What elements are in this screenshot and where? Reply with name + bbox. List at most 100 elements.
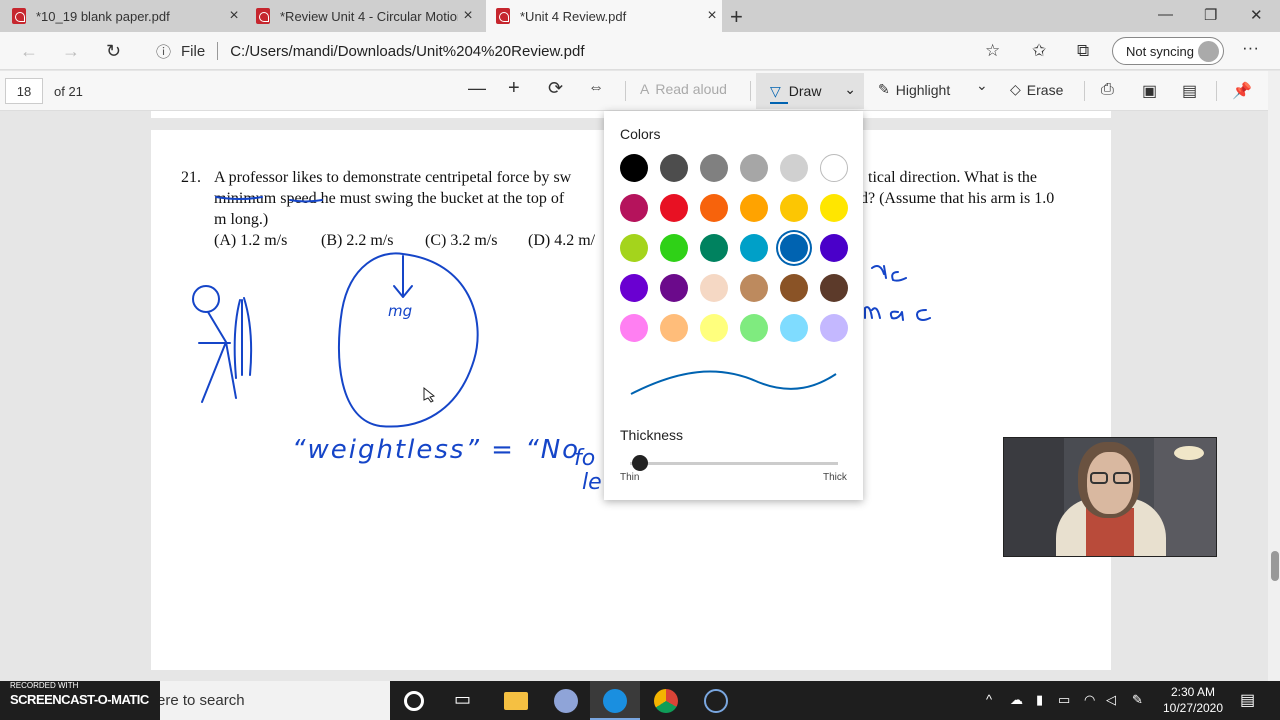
color-swatch[interactable] — [820, 194, 848, 222]
rotate-icon[interactable]: ⟳ — [548, 78, 563, 99]
fit-page-icon[interactable]: ⇔ — [588, 79, 604, 97]
favorite-star-icon[interactable]: ☆ — [985, 41, 1000, 61]
color-swatch[interactable] — [620, 234, 648, 262]
color-swatch[interactable] — [780, 274, 808, 302]
chrome-icon[interactable] — [654, 689, 678, 713]
more-menu-icon[interactable]: ··· — [1242, 38, 1259, 58]
color-swatch[interactable] — [740, 194, 768, 222]
color-swatch[interactable] — [700, 154, 728, 182]
draw-button[interactable]: ▽ Draw ⌄ — [756, 73, 864, 109]
color-swatch[interactable] — [780, 314, 808, 342]
color-swatch[interactable] — [700, 274, 728, 302]
new-tab-button[interactable]: + — [730, 4, 743, 30]
favorites-list-icon[interactable]: ✩ — [1032, 41, 1046, 61]
collections-icon[interactable]: ⧉ — [1077, 41, 1089, 61]
color-swatch[interactable] — [740, 234, 768, 262]
erase-button[interactable]: ◇ Erase — [1010, 81, 1063, 98]
color-swatch[interactable] — [740, 314, 768, 342]
choice-a: (A) 1.2 m/s — [214, 232, 288, 249]
cortana-icon[interactable] — [404, 691, 424, 711]
color-swatch[interactable] — [820, 234, 848, 262]
scrollbar-thumb[interactable] — [1271, 551, 1279, 581]
color-swatch[interactable] — [820, 154, 848, 182]
color-swatch[interactable] — [660, 274, 688, 302]
color-swatch[interactable] — [620, 274, 648, 302]
pin-toolbar-icon[interactable]: 📌 — [1232, 81, 1252, 101]
color-swatch[interactable] — [700, 234, 728, 262]
color-swatch[interactable] — [740, 154, 768, 182]
highlight-button[interactable]: ✎ Highlight — [878, 81, 950, 98]
save-as-icon[interactable]: ▤ — [1182, 81, 1197, 101]
refresh-icon[interactable]: ↻ — [106, 41, 121, 62]
color-swatch[interactable] — [660, 194, 688, 222]
tab-blank-paper[interactable]: *10_19 blank paper.pdf × — [12, 0, 244, 32]
tab-unit4-review[interactable]: *Unit 4 Review.pdf × — [486, 0, 722, 32]
file-explorer-icon[interactable] — [504, 692, 528, 710]
notifications-icon[interactable]: ▤ — [1240, 690, 1255, 710]
snip-tool-icon[interactable] — [554, 689, 578, 713]
color-swatch[interactable] — [620, 154, 648, 182]
color-swatch[interactable] — [820, 274, 848, 302]
color-swatch[interactable] — [660, 234, 688, 262]
address-bar: ← → ↻ ⓘ File C:/Users/mandi/Downloads/Un… — [0, 32, 1280, 70]
forward-arrow-icon[interactable]: → — [62, 41, 80, 62]
close-window-button[interactable]: ✕ — [1250, 6, 1263, 24]
zoom-in-icon[interactable]: + — [508, 77, 520, 100]
color-swatch[interactable] — [820, 314, 848, 342]
color-swatch[interactable] — [700, 194, 728, 222]
color-swatch[interactable] — [620, 194, 648, 222]
taskbar-clock[interactable]: 2:30 AM 10/27/2020 — [1154, 684, 1232, 716]
task-view-icon[interactable]: ▭ — [454, 689, 478, 713]
chevron-down-icon[interactable]: ⌄ — [844, 81, 856, 98]
glasses-right — [1113, 472, 1131, 484]
draw-label: Draw — [788, 83, 822, 99]
back-arrow-icon[interactable]: ← — [20, 41, 38, 62]
page-count: of 21 — [54, 84, 83, 99]
edge-taskbar-button[interactable] — [590, 681, 640, 720]
color-swatch[interactable] — [700, 314, 728, 342]
profile-sync-button[interactable]: Not syncing — [1112, 37, 1224, 65]
volume-icon[interactable]: ◁ — [1106, 692, 1116, 708]
close-tab-icon[interactable]: × — [224, 7, 244, 25]
restore-button[interactable]: ❐ — [1204, 6, 1217, 24]
onedrive-icon[interactable]: ☁ — [1010, 692, 1023, 708]
show-hidden-icons-chevron-icon[interactable]: ^ — [986, 692, 992, 707]
webcam-overlay — [1003, 437, 1217, 557]
close-tab-icon[interactable]: × — [458, 7, 478, 25]
choice-c: (C) 3.2 m/s — [425, 232, 498, 249]
vertical-scrollbar[interactable] — [1268, 71, 1280, 681]
print-icon[interactable]: ⎙ — [1101, 81, 1114, 99]
screencast-watermark: RECORDED WITH SCREENCAST-O-MATIC — [0, 681, 160, 720]
file-label: File — [181, 42, 206, 60]
color-swatch[interactable] — [780, 234, 808, 262]
page-number-input[interactable]: 18 — [5, 78, 43, 104]
battery-icon[interactable]: ▭ — [1058, 692, 1070, 708]
read-aloud-button[interactable]: A Read aloud — [640, 81, 727, 97]
tab-review-unit4[interactable]: *Review Unit 4 - Circular Motion × — [256, 0, 478, 32]
zoom-out-icon[interactable]: — — [468, 78, 486, 99]
thickness-slider[interactable] — [630, 455, 838, 471]
minimize-button[interactable]: — — [1158, 6, 1173, 23]
color-swatch[interactable] — [780, 194, 808, 222]
question-line-3: m long.) — [214, 211, 269, 228]
microphone-icon[interactable]: ▮ — [1036, 692, 1043, 708]
screencast-app-icon[interactable] — [704, 689, 728, 713]
wifi-icon[interactable]: ◠ — [1084, 692, 1095, 708]
chevron-down-icon[interactable]: ⌄ — [976, 77, 988, 94]
color-swatch[interactable] — [660, 314, 688, 342]
color-swatch[interactable] — [740, 274, 768, 302]
color-swatch[interactable] — [660, 154, 688, 182]
pdf-toolbar: 18 of 21 — + ⟳ ⇔ A Read aloud ▽ Draw ⌄ ✎ H… — [0, 71, 1280, 111]
thickness-slider-handle[interactable] — [632, 455, 649, 471]
save-icon[interactable]: ▣ — [1142, 81, 1157, 101]
divider — [625, 81, 626, 101]
url-field[interactable]: ⓘ File C:/Users/mandi/Downloads/Unit%204… — [146, 35, 1016, 67]
taskbar: Type here to search RECORDED WITH SCREEN… — [0, 681, 1280, 720]
question-line-1: A professor likes to demonstrate centrip… — [214, 169, 572, 186]
close-tab-icon[interactable]: × — [702, 7, 722, 25]
colors-heading: Colors — [620, 126, 661, 142]
pen-workspace-icon[interactable]: ✎ — [1132, 692, 1143, 708]
color-swatch[interactable] — [620, 314, 648, 342]
tab-title: *Review Unit 4 - Circular Motion — [280, 8, 458, 24]
color-swatch[interactable] — [780, 154, 808, 182]
